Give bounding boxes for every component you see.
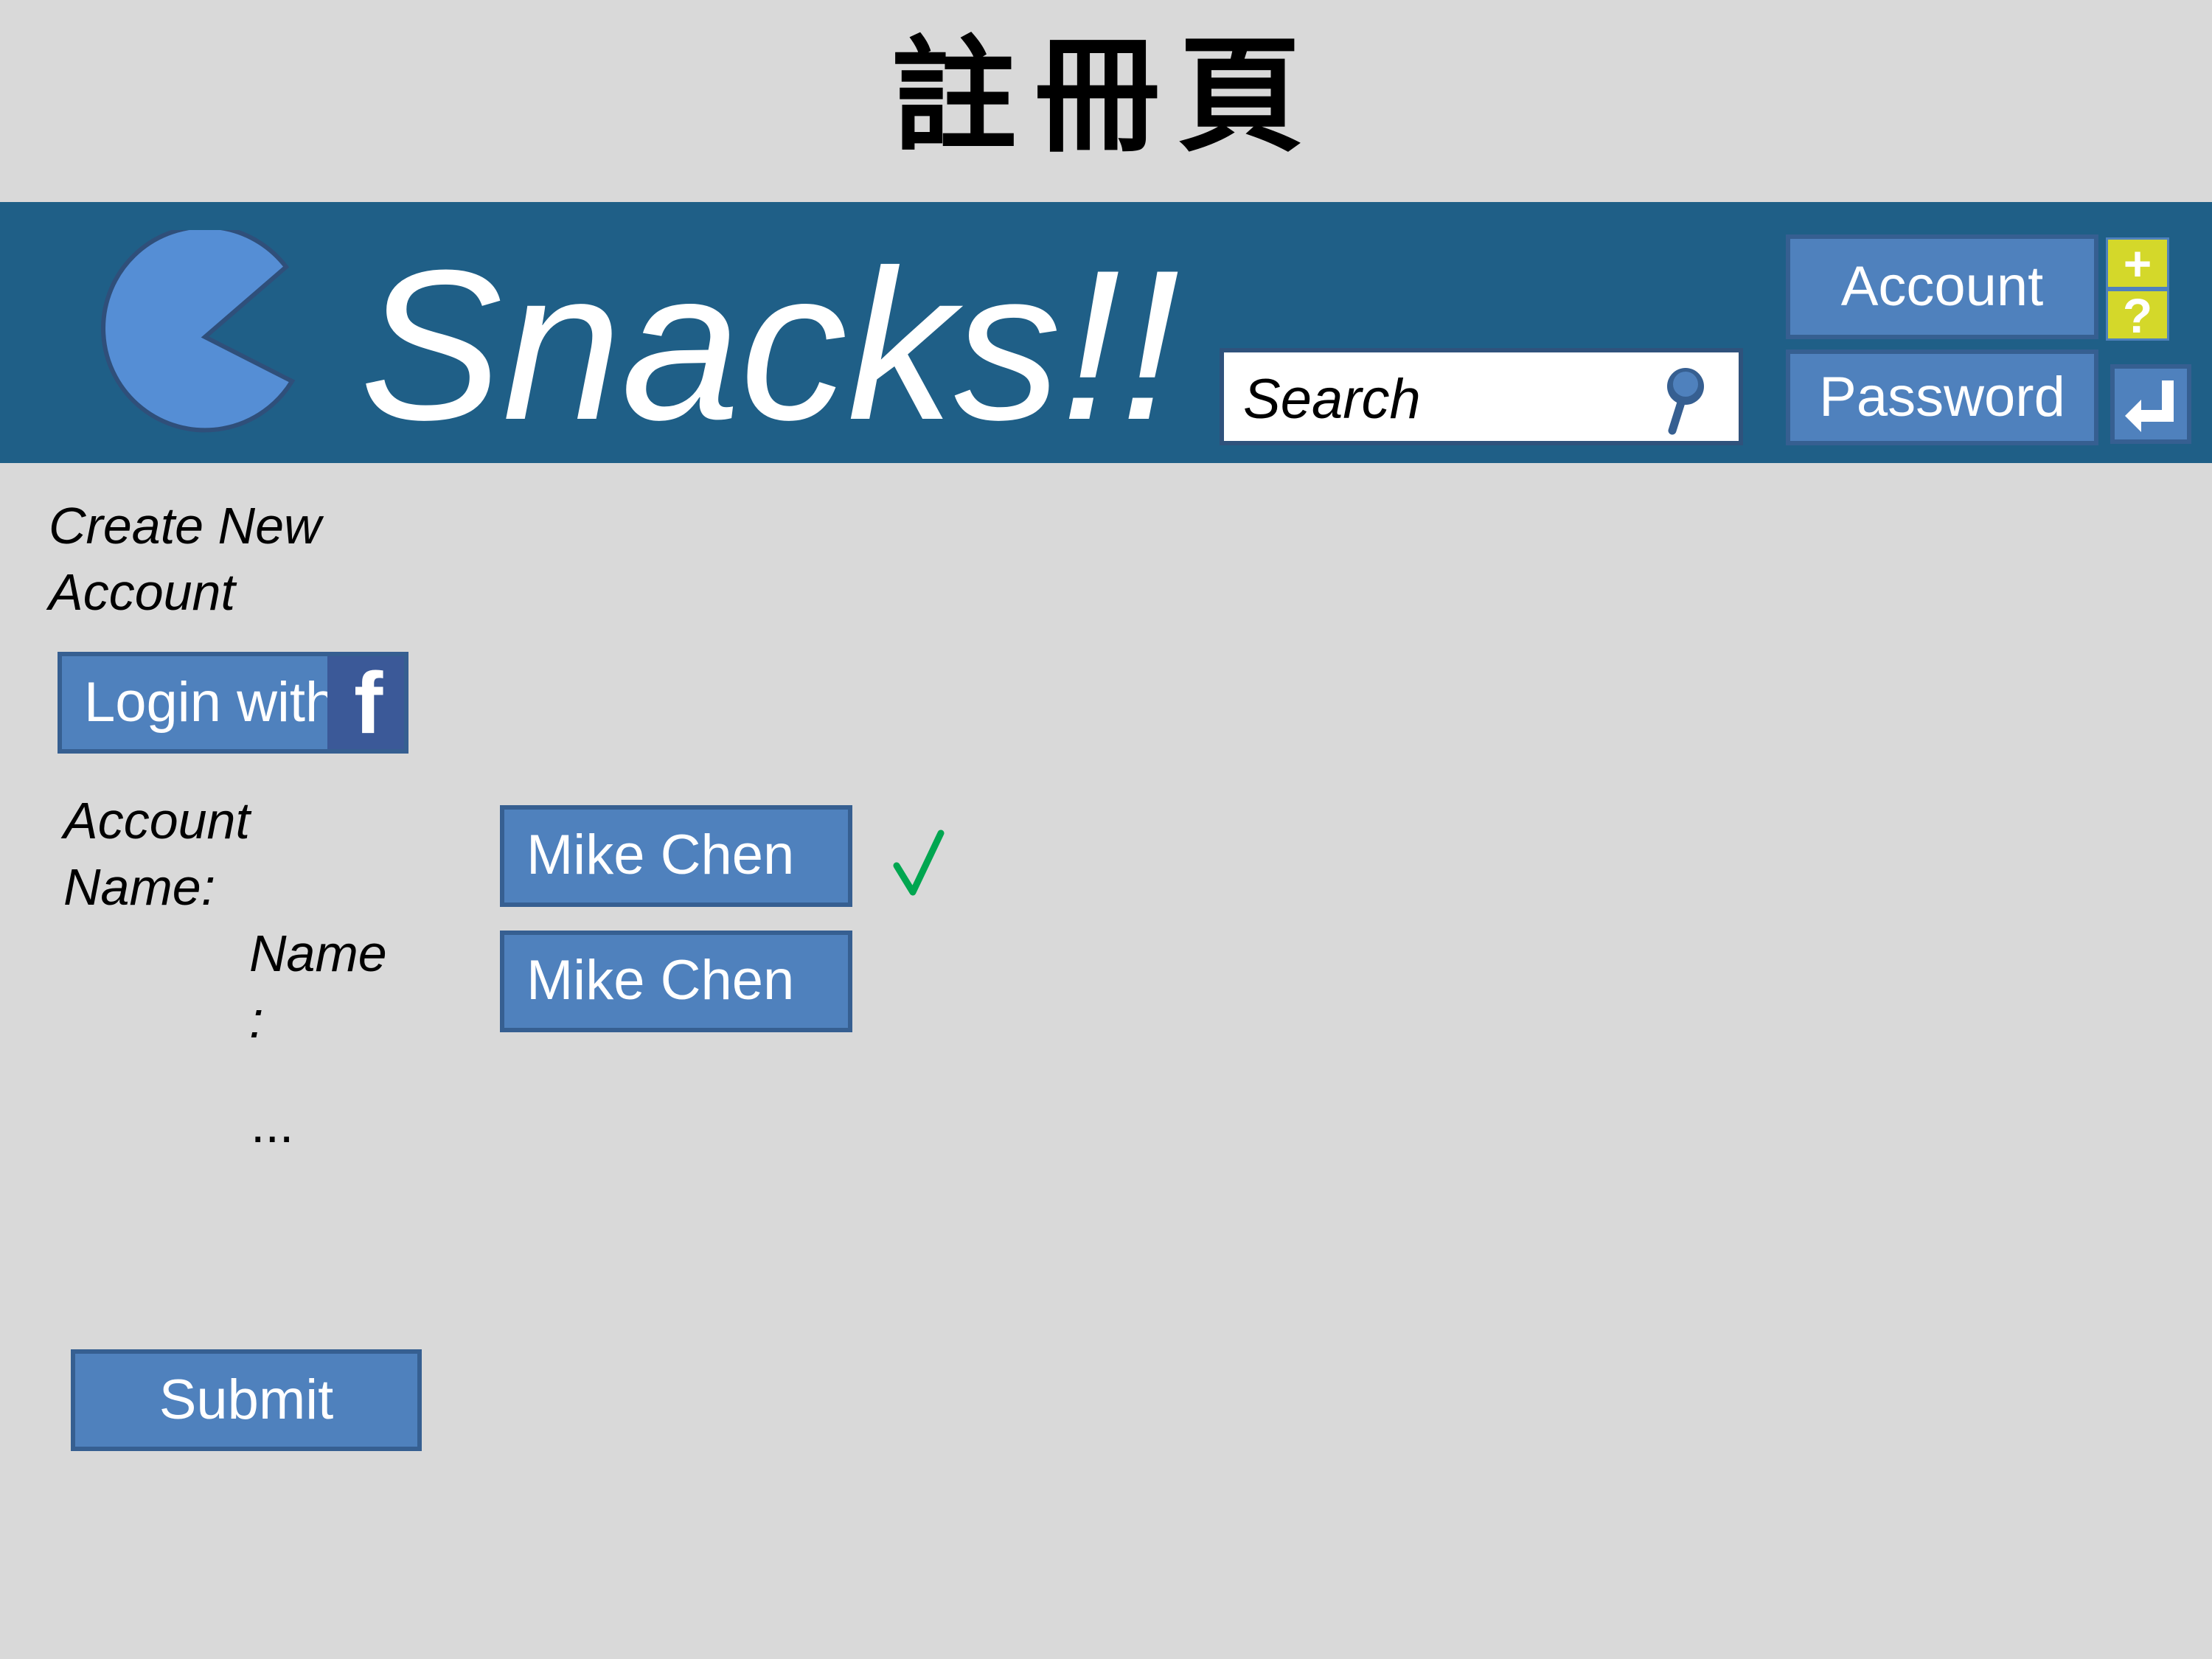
name-line2: : [249,991,264,1048]
more-fields-ellipsis: ... [251,1096,294,1153]
name-field[interactable]: Mike Chen [500,931,852,1032]
login-with-label: Login with [84,671,337,734]
enter-icon [2125,380,2174,432]
checkmark-icon [893,830,945,896]
facebook-login-button[interactable]: Login with f [58,652,408,754]
section-title: Create New Account [49,493,321,625]
plus-icon[interactable]: + [2106,237,2169,289]
account-name-field[interactable]: Mike Chen [500,805,852,907]
search-box[interactable] [1220,348,1743,445]
password-button[interactable]: Password [1786,349,2098,445]
account-name-line1: Account [63,792,250,849]
section-title-line1: Create New [49,497,321,554]
account-name-line2: Name: [63,858,216,916]
enter-button[interactable] [2110,364,2191,444]
pin-icon[interactable] [1659,364,1712,435]
account-button[interactable]: Account [1786,234,2098,339]
logo-text[interactable]: Snacks!! [360,234,1180,456]
facebook-icon: f [327,656,404,749]
account-name-label: Account Name: [63,787,250,920]
pacman-logo-icon[interactable] [94,230,301,444]
name-label: Name : [249,920,387,1053]
search-input[interactable] [1243,366,1656,432]
page-title: 註冊頁 [891,22,1321,170]
question-icon[interactable]: ? [2106,289,2169,341]
section-title-line2: Account [49,563,235,621]
facebook-f: f [354,656,383,749]
name-line1: Name [249,925,387,982]
submit-button[interactable]: Submit [71,1349,422,1451]
